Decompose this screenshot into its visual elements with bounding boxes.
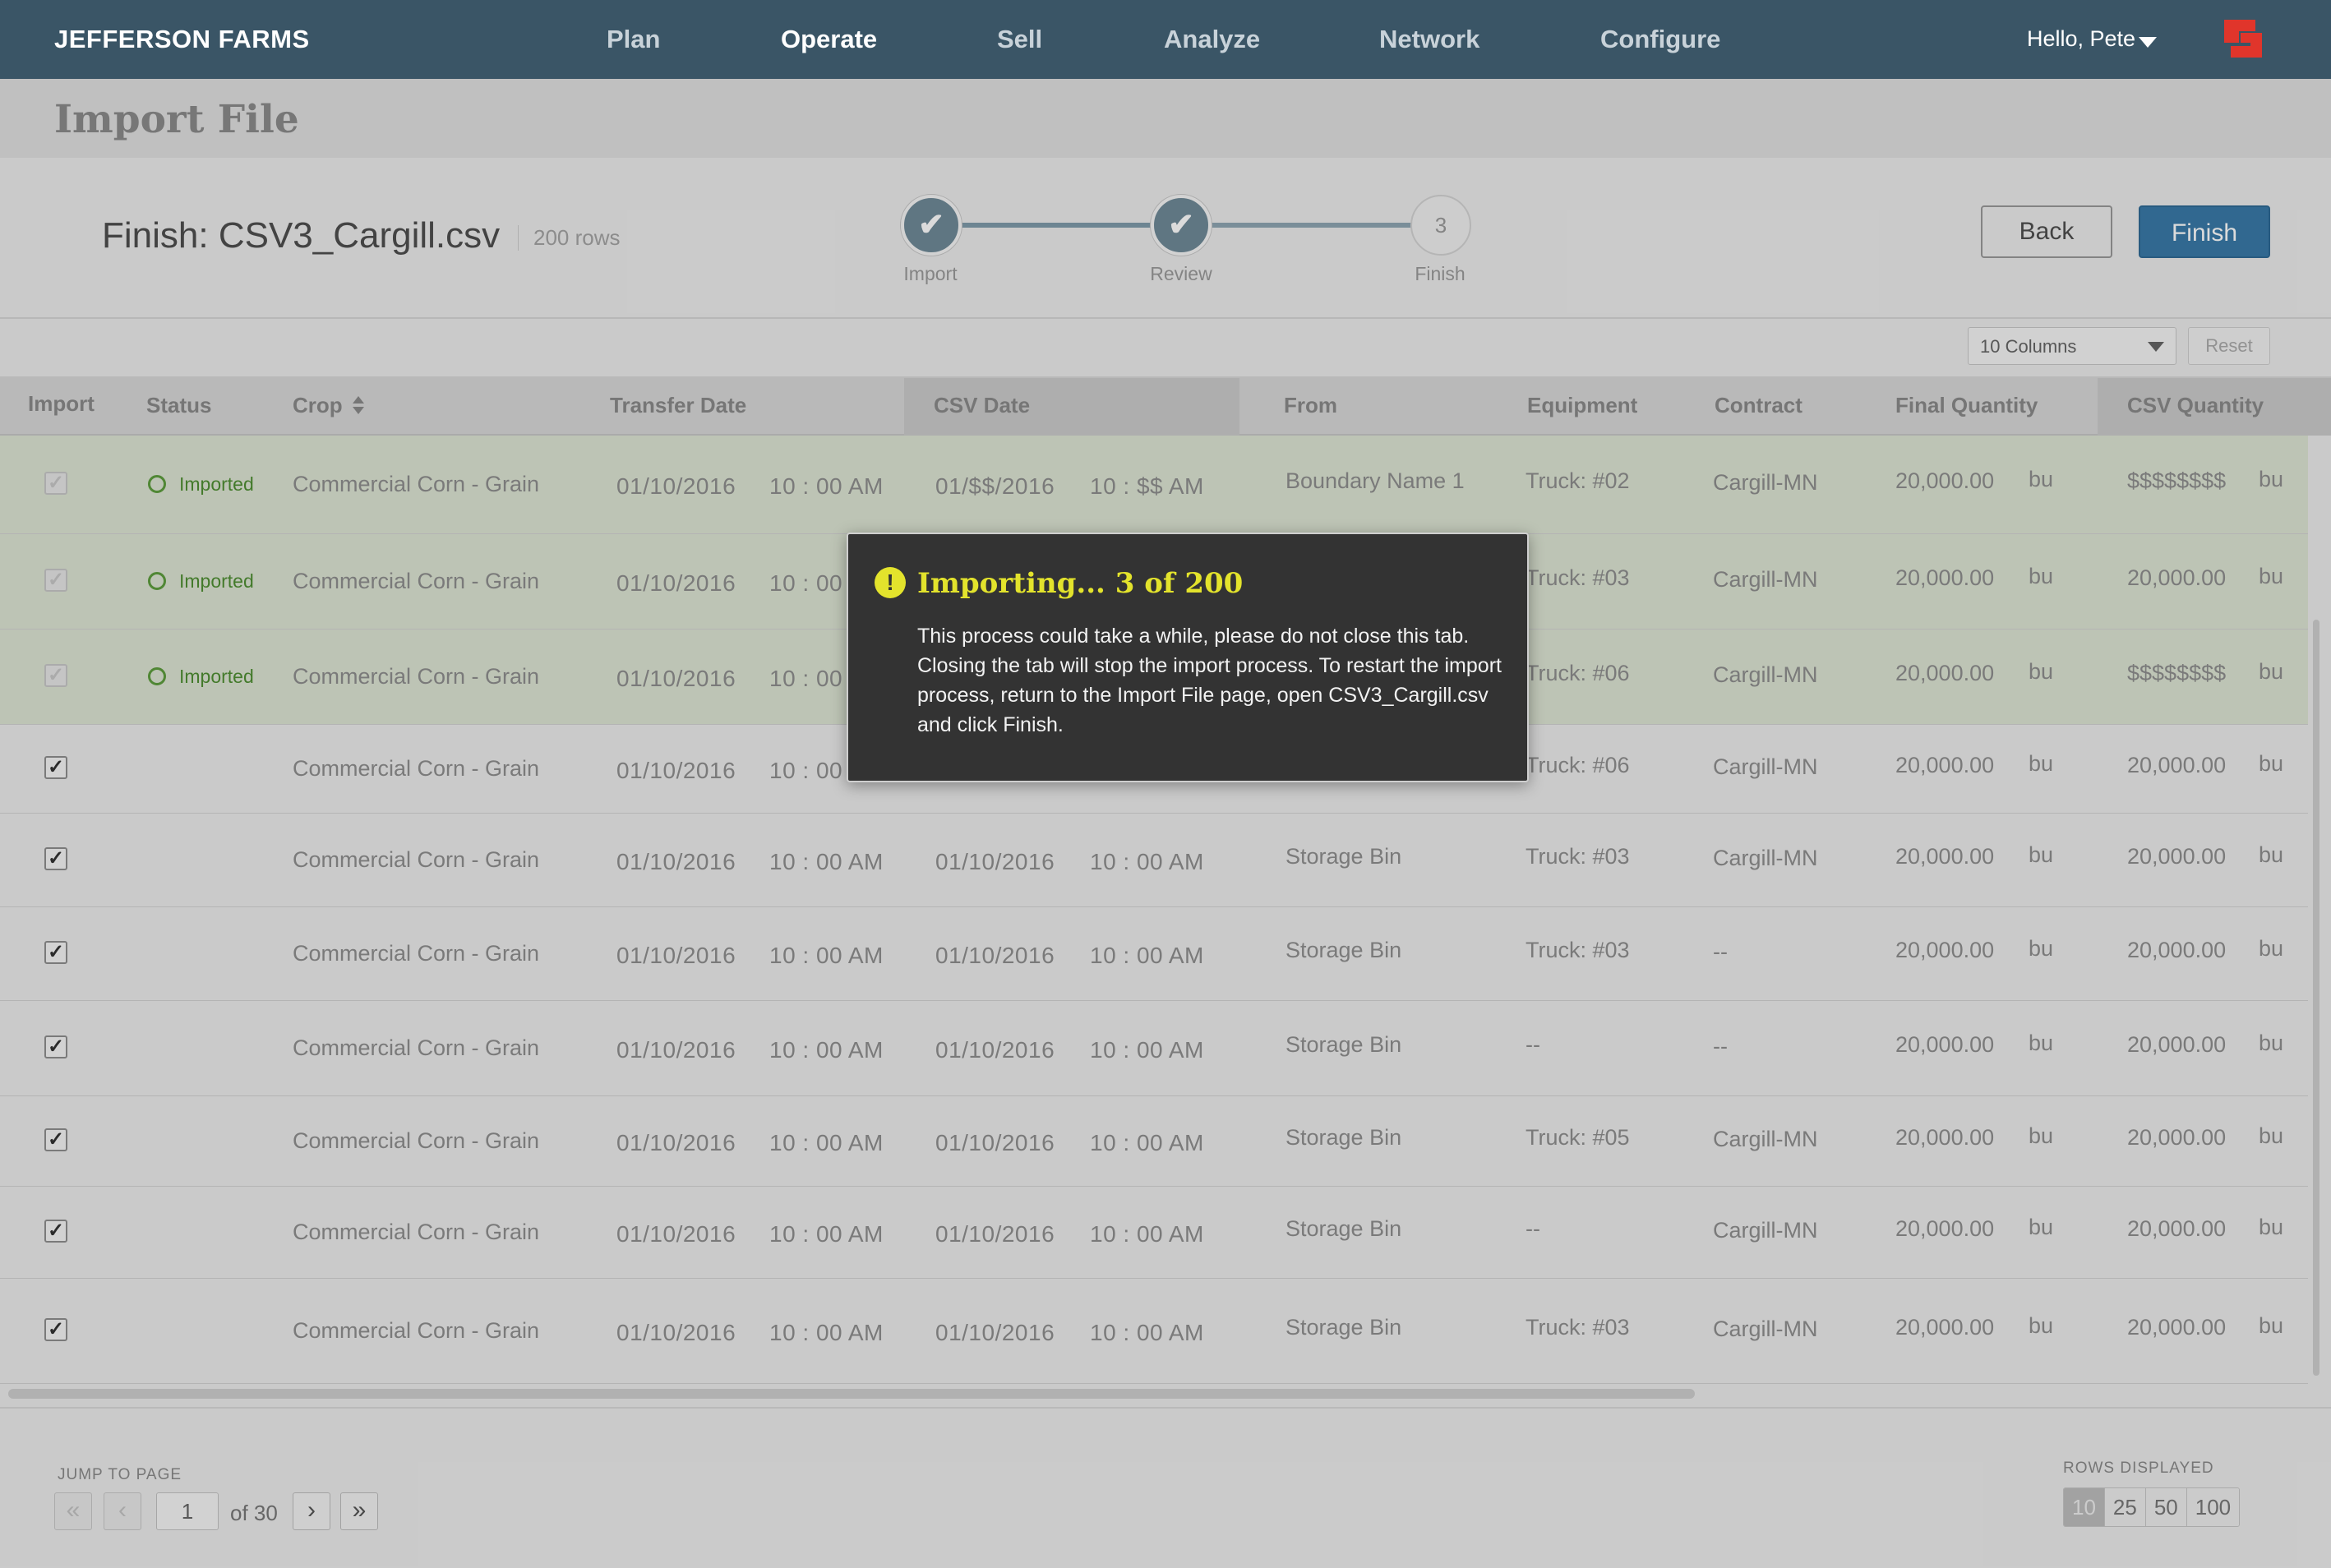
nav-item-configure[interactable]: Configure (1600, 25, 1720, 54)
brand-name[interactable]: JEFFERSON FARMS (54, 25, 310, 54)
nav-item-sell[interactable]: Sell (997, 25, 1042, 54)
warning-icon: ! (875, 567, 906, 598)
import-progress-dialog: ! Importing... 3 of 200 This process cou… (847, 533, 1529, 782)
nav-item-analyze[interactable]: Analyze (1164, 25, 1260, 54)
dialog-title: Importing... 3 of 200 (917, 567, 1244, 600)
nav-item-operate[interactable]: Operate (781, 25, 877, 54)
dialog-message: This process could take a while, please … (917, 625, 1502, 736)
modal-backdrop (0, 79, 2331, 1568)
top-nav: JEFFERSON FARMS Plan Operate Sell Analyz… (0, 0, 2331, 79)
user-greeting[interactable]: Hello, Pete (2027, 26, 2135, 52)
chevron-down-icon[interactable] (2139, 37, 2157, 48)
nav-item-plan[interactable]: Plan (607, 25, 660, 54)
nav-item-network[interactable]: Network (1379, 25, 1479, 54)
app-root: JEFFERSON FARMS Plan Operate Sell Analyz… (0, 0, 2331, 1568)
brand-logo-icon[interactable] (2223, 18, 2264, 59)
